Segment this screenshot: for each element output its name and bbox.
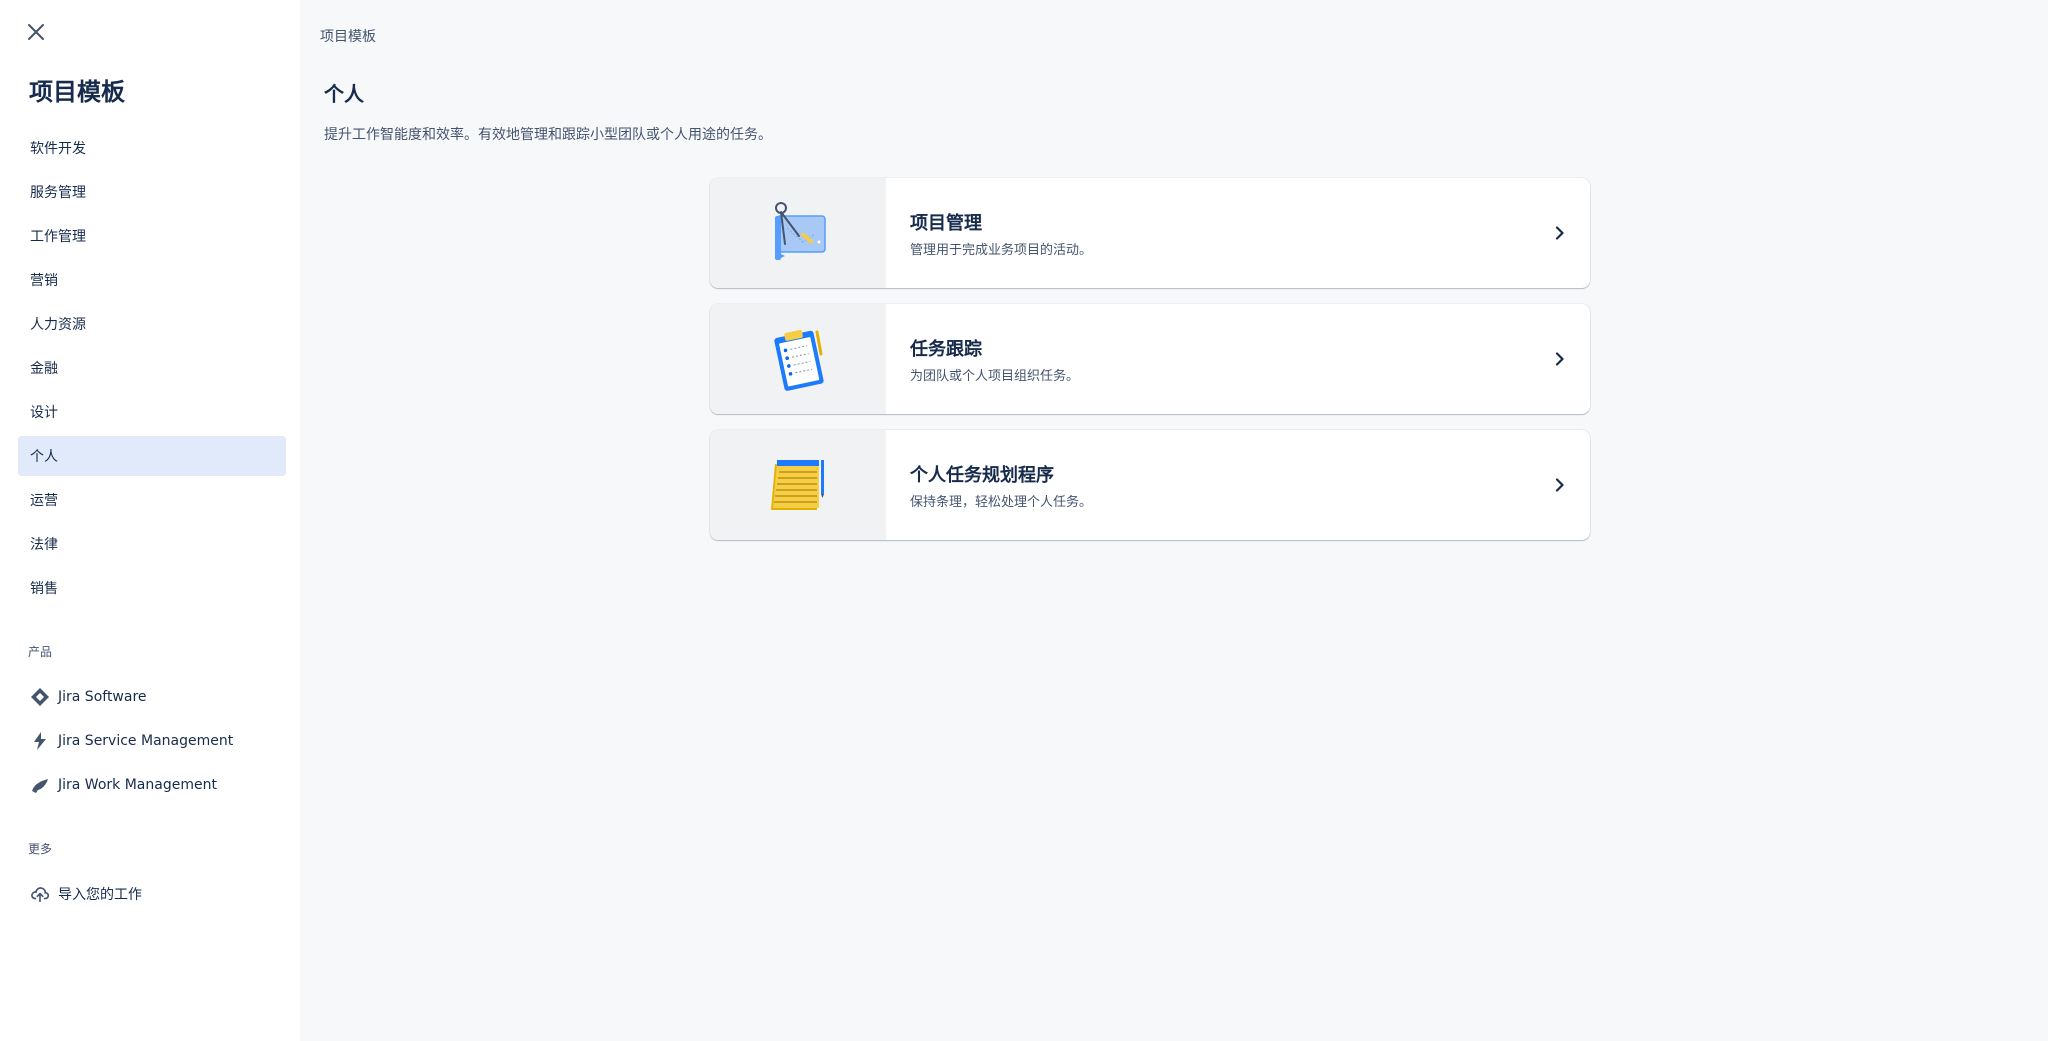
sidebar-item-operations[interactable]: 运营	[18, 480, 286, 520]
sidebar-item-label: 服务管理	[30, 185, 86, 201]
card-description: 为团队或个人项目组织任务。	[910, 368, 1080, 384]
card-description: 管理用于完成业务项目的活动。	[910, 242, 1093, 258]
jira-work-management-icon	[30, 775, 50, 795]
card-title: 项目管理	[910, 212, 982, 234]
card-description: 保持条理，轻松处理个人任务。	[910, 494, 1093, 510]
card-media	[710, 178, 886, 288]
sidebar-item-label: 人力资源	[30, 317, 86, 333]
main-content: 项目模板 个人 提升工作智能度和效率。有效地管理和跟踪小型团队或个人用途的任务。	[300, 0, 2048, 1041]
close-button[interactable]	[20, 16, 52, 48]
card-title: 个人任务规划程序	[910, 464, 1054, 486]
sidebar-item-label: 个人	[30, 449, 58, 465]
chevron-right-icon	[1530, 178, 1590, 288]
breadcrumb[interactable]: 项目模板	[320, 26, 376, 46]
sidebar-item-label: 销售	[30, 581, 58, 597]
sidebar-item-design[interactable]: 设计	[18, 392, 286, 432]
sidebar-item-label: 运营	[30, 493, 58, 509]
import-work-label: 导入您的工作	[58, 887, 142, 903]
sidebar-item-sales[interactable]: 销售	[18, 568, 286, 608]
sidebar-item-label: 软件开发	[30, 141, 86, 157]
sidebar-item-marketing[interactable]: 营销	[18, 260, 286, 300]
sidebar-item-label: 设计	[30, 405, 58, 421]
template-card-project-management[interactable]: 项目管理 管理用于完成业务项目的活动。	[710, 178, 1590, 288]
sidebar-item-legal[interactable]: 法律	[18, 524, 286, 564]
product-item-jira-service-management[interactable]: Jira Service Management	[18, 721, 286, 761]
sidebar-item-software-development[interactable]: 软件开发	[18, 128, 286, 168]
sidebar-title: 项目模板	[29, 78, 125, 106]
template-card-task-tracking[interactable]: 任务跟踪 为团队或个人项目组织任务。	[710, 304, 1590, 414]
sidebar-item-label: 营销	[30, 273, 58, 289]
cloud-upload-icon	[30, 884, 50, 904]
page-description: 提升工作智能度和效率。有效地管理和跟踪小型团队或个人用途的任务。	[324, 127, 772, 143]
card-media	[710, 304, 886, 414]
sidebar-item-label: 法律	[30, 537, 58, 553]
product-item-jira-work-management[interactable]: Jira Work Management	[18, 765, 286, 805]
page-title: 个人	[324, 82, 364, 106]
import-work-item[interactable]: 导入您的工作	[18, 874, 286, 914]
card-body: 项目管理 管理用于完成业务项目的活动。	[886, 178, 1530, 288]
notepad-icon	[771, 460, 824, 510]
chevron-right-icon	[1530, 304, 1590, 414]
product-item-jira-software[interactable]: Jira Software	[18, 677, 286, 717]
more-heading: 更多	[28, 842, 53, 856]
sidebar-item-work-management[interactable]: 工作管理	[18, 216, 286, 256]
products-heading: 产品	[28, 645, 53, 659]
sidebar-item-label: 工作管理	[30, 229, 86, 245]
blueprint-icon	[775, 202, 826, 260]
chevron-right-icon	[1530, 430, 1590, 540]
close-icon	[28, 24, 44, 40]
product-item-label: Jira Work Management	[58, 777, 217, 793]
jira-software-icon	[30, 687, 50, 707]
sidebar-item-personal[interactable]: 个人	[18, 436, 286, 476]
card-media	[710, 430, 886, 540]
sidebar-item-service-management[interactable]: 服务管理	[18, 172, 286, 212]
jira-service-management-icon	[30, 731, 50, 751]
sidebar-item-finance[interactable]: 金融	[18, 348, 286, 388]
app: 项目模板 软件开发 服务管理 工作管理 营销 人力资源 金融 设计 个人 运营 …	[0, 0, 2048, 1041]
card-body: 任务跟踪 为团队或个人项目组织任务。	[886, 304, 1530, 414]
product-item-label: Jira Service Management	[58, 733, 234, 749]
card-title: 任务跟踪	[910, 338, 982, 360]
card-body: 个人任务规划程序 保持条理，轻松处理个人任务。	[886, 430, 1530, 540]
clipboard-icon	[774, 329, 824, 391]
sidebar-item-label: 金融	[30, 361, 58, 377]
product-item-label: Jira Software	[58, 689, 147, 705]
template-card-personal-task-planner[interactable]: 个人任务规划程序 保持条理，轻松处理个人任务。	[710, 430, 1590, 540]
sidebar: 项目模板 软件开发 服务管理 工作管理 营销 人力资源 金融 设计 个人 运营 …	[0, 0, 300, 1041]
sidebar-item-hr[interactable]: 人力资源	[18, 304, 286, 344]
